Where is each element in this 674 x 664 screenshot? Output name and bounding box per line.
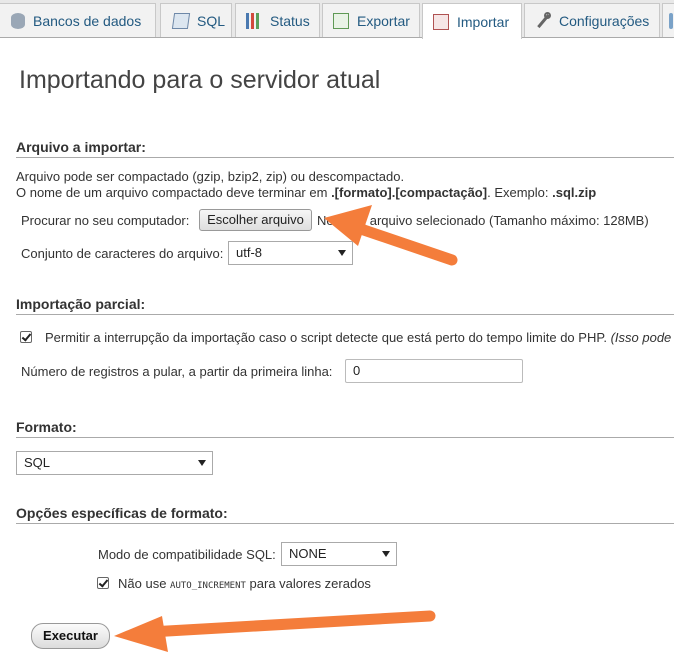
- compression-note: Arquivo pode ser compactado (gzip, bzip2…: [16, 169, 405, 184]
- tab-label: Status: [270, 12, 310, 29]
- no-auto-suffix: para valores zerados: [249, 576, 371, 591]
- tab-label: Importar: [457, 13, 510, 30]
- choose-file-button[interactable]: Escolher arquivo: [199, 209, 312, 231]
- section-heading-file: Arquivo a importar:: [16, 139, 674, 158]
- export-icon: [333, 12, 349, 29]
- format-select[interactable]: SQL: [16, 451, 213, 475]
- allow-interrupt-label: Permitir a interrupção da importação cas…: [45, 330, 607, 345]
- allow-interrupt-note: (Isso pode: [610, 330, 672, 345]
- auto-increment-code: AUTO_INCREMENT: [170, 581, 246, 591]
- browse-label: Procurar no seu computador:: [21, 213, 190, 228]
- database-icon: [11, 12, 25, 29]
- charset-label: Conjunto de caracteres do arquivo:: [21, 246, 224, 261]
- tab-status[interactable]: Status: [235, 3, 320, 37]
- tab-label: Configurações: [559, 12, 650, 29]
- status-chart-icon: [246, 12, 262, 29]
- chevron-down-icon: [338, 250, 346, 256]
- skip-label: Número de registros a pular, a partir da…: [21, 364, 333, 379]
- filename-note: O nome de um arquivo compactado deve ter…: [16, 185, 596, 200]
- import-icon: [433, 13, 449, 30]
- allow-interrupt-row: Permitir a interrupção da importação cas…: [45, 330, 671, 345]
- charset-value: utf-8: [236, 245, 263, 260]
- wrench-icon: [535, 11, 551, 29]
- charset-select[interactable]: utf-8: [228, 241, 353, 265]
- tab-export[interactable]: Exportar: [322, 3, 420, 37]
- tab-databases[interactable]: Bancos de dados: [0, 3, 156, 37]
- section-heading-format: Formato:: [16, 419, 674, 438]
- tab-label: Bancos de dados: [33, 12, 142, 29]
- page-title: Importando para o servidor atual: [19, 66, 381, 94]
- chevron-down-icon: [382, 551, 390, 557]
- format-value: SQL: [24, 455, 51, 470]
- tab-more[interactable]: [662, 3, 674, 37]
- annotation-arrow-execute: [114, 610, 436, 652]
- tab-settings[interactable]: Configurações: [524, 3, 660, 37]
- tab-label: SQL: [197, 12, 226, 29]
- filename-example-label: . Exemplo:: [487, 185, 549, 200]
- more-icon: [669, 12, 673, 29]
- filename-format: .[formato].[compactação]: [331, 185, 488, 200]
- execute-button[interactable]: Executar: [31, 623, 110, 649]
- chevron-down-icon: [198, 460, 206, 466]
- no-auto-increment-row: Não use AUTO_INCREMENT para valores zera…: [118, 576, 371, 591]
- compat-select[interactable]: NONE: [281, 542, 397, 566]
- compat-value: NONE: [289, 546, 327, 561]
- section-heading-partial: Importação parcial:: [16, 296, 674, 315]
- filename-example-ext: .sql.zip: [552, 185, 597, 200]
- skip-rows-input[interactable]: 0: [345, 359, 523, 383]
- max-size-text: (Tamanho máximo: 128MB): [489, 213, 649, 228]
- allow-interrupt-checkbox[interactable]: [20, 331, 32, 343]
- tab-import[interactable]: Importar: [422, 3, 522, 39]
- tab-label: Exportar: [357, 12, 410, 29]
- no-file-text: Nenhum arquivo selecionado: [317, 213, 486, 228]
- no-auto-prefix: Não use: [118, 576, 167, 591]
- section-heading-format-options: Opções específicas de formato:: [16, 505, 674, 524]
- sql-icon: [171, 12, 191, 29]
- filename-note-prefix: O nome de um arquivo compactado deve ter…: [16, 185, 328, 200]
- no-auto-increment-checkbox[interactable]: [97, 577, 109, 589]
- compat-label: Modo de compatibilidade SQL:: [98, 547, 276, 562]
- top-tab-bar: Bancos de dados SQL Status Exportar Impo…: [0, 0, 674, 39]
- file-status: Nenhum arquivo selecionado (Tamanho máxi…: [317, 213, 649, 228]
- tab-sql[interactable]: SQL: [160, 3, 232, 37]
